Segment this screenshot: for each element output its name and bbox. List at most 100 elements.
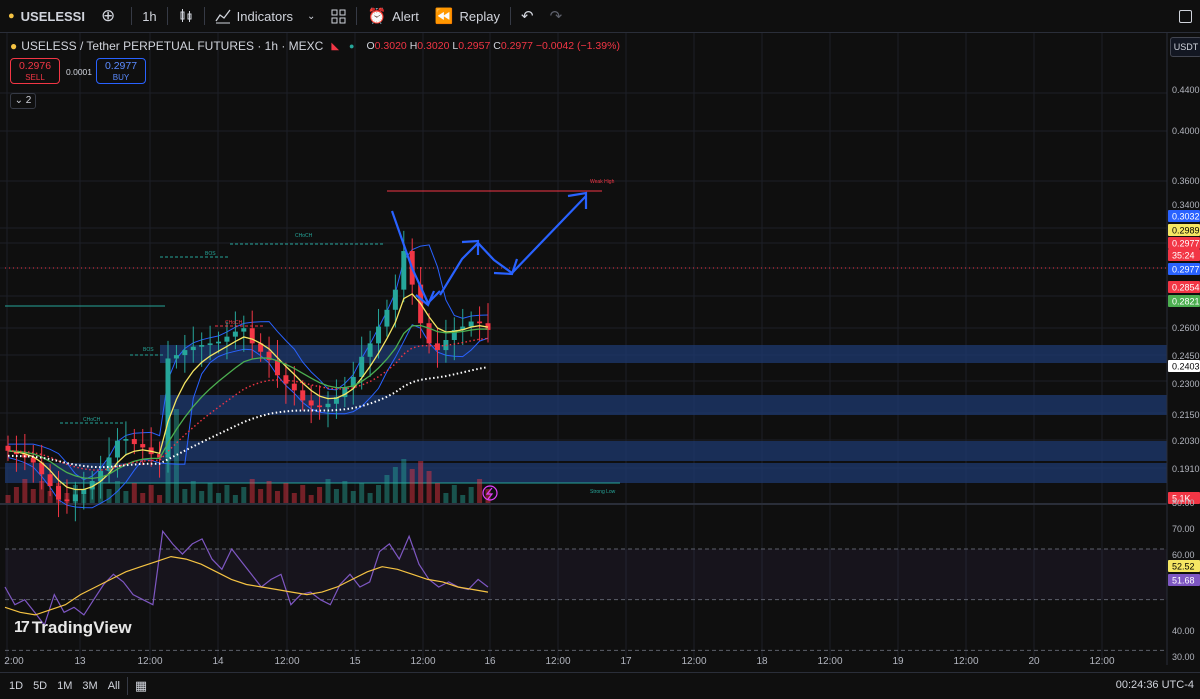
rsi-tick-label: 40.00	[1172, 626, 1195, 636]
candle-body	[72, 494, 78, 502]
volume-bar	[409, 469, 415, 503]
candle-body	[114, 440, 120, 458]
layout-button[interactable]	[323, 0, 354, 32]
candle-body	[434, 343, 440, 351]
volume-bar	[308, 495, 314, 503]
volume-bar	[190, 481, 196, 503]
price-tag-label: 0.2403	[1172, 362, 1200, 372]
indicators-collapse-button[interactable]: ⌄ 2	[10, 93, 36, 109]
volume-bar	[317, 487, 323, 503]
volume-bar	[123, 491, 129, 503]
candle-body	[56, 486, 62, 500]
alert-button[interactable]: ⏰ Alert	[359, 0, 426, 32]
tradingview-logo: 17 TradingView	[14, 618, 132, 638]
volume-bar	[140, 493, 146, 503]
candle-body	[426, 323, 432, 344]
tradingview-logo-icon: 17	[14, 619, 30, 636]
fullscreen-button[interactable]	[1171, 0, 1200, 32]
volume-bar	[443, 493, 449, 503]
volume-bar	[199, 491, 205, 503]
chart-type-button[interactable]	[170, 0, 202, 32]
volume-bar	[224, 485, 230, 503]
indicator-count: 2	[25, 95, 32, 106]
candle-body	[300, 390, 306, 401]
date-range-button[interactable]: ▦	[130, 678, 152, 694]
price-tick-label: 0.2450	[1172, 351, 1200, 361]
price-tick-label: 0.2300	[1172, 379, 1200, 389]
order-block-zone	[160, 463, 1167, 483]
rsi-tick-label: 70.00	[1172, 524, 1195, 534]
symbol-logo-icon: ●	[10, 39, 18, 53]
indicators-button[interactable]: Indicators ⌄	[207, 0, 324, 32]
candle-body	[283, 375, 289, 384]
range-all[interactable]: All	[103, 680, 125, 692]
legend-title: USELESS / Tether PERPETUAL FUTURES · 1h …	[21, 39, 324, 53]
candle-body	[190, 346, 196, 351]
add-symbol-button[interactable]: ⊕	[93, 0, 129, 32]
divider	[131, 7, 133, 25]
rsi-tag-label: 52.52	[1172, 562, 1195, 572]
price-tick-label: 0.4000	[1172, 126, 1200, 136]
branding-text: TradingView	[31, 618, 132, 637]
replay-icon: ⏪	[434, 8, 454, 25]
chart-area[interactable]: Strong Low Weak High CHoCH BOS BOS CHoCH CHoC…	[0, 33, 1200, 667]
symbol-search[interactable]: ● USELESSI	[0, 0, 93, 32]
range-1m[interactable]: 1M	[52, 680, 77, 692]
buy-price: 0.2977	[104, 60, 138, 72]
indicators-icon	[215, 9, 231, 24]
volume-bar	[241, 487, 247, 503]
time-tick-label: 12:00	[545, 656, 570, 665]
candle-body	[199, 345, 205, 347]
candle-body	[376, 326, 382, 344]
choch-label: CHoCH	[295, 233, 313, 239]
redo-button[interactable]: ↷	[542, 0, 571, 32]
choch-label: CHoCH	[225, 320, 243, 326]
time-tick-label: 16	[484, 656, 496, 665]
divider	[203, 7, 205, 25]
redo-icon: ↷	[549, 8, 563, 25]
ohlc-values: O0.3020 H0.3020 L0.2957 C0.2977 −0.0042 …	[366, 40, 620, 52]
volume-bar	[258, 489, 264, 503]
volume-bar	[300, 485, 306, 503]
volume-bar	[401, 459, 407, 503]
range-3m[interactable]: 3M	[77, 680, 102, 692]
symbol-label: USELESSI	[20, 8, 85, 24]
price-tick-label: 0.2030	[1172, 436, 1200, 446]
undo-button[interactable]: ↶	[513, 0, 542, 32]
divider	[166, 7, 168, 25]
buy-button[interactable]: 0.2977 BUY	[96, 58, 146, 84]
volume-bar	[5, 495, 11, 503]
volume-bar	[30, 489, 36, 503]
choch-label: CHoCH	[83, 417, 101, 423]
interval-button[interactable]: 1h	[134, 0, 164, 32]
candle-body	[249, 328, 255, 344]
volume-bar	[418, 461, 424, 503]
flag-icon: ◣	[331, 40, 340, 52]
range-5d[interactable]: 5D	[28, 680, 52, 692]
price-tag-label: 0.2977	[1172, 239, 1200, 249]
replay-button[interactable]: ⏪ Replay	[427, 0, 508, 32]
volume-bar	[114, 481, 120, 503]
status-dot-icon: ●	[349, 41, 355, 51]
price-tag-label: 0.2854	[1172, 283, 1200, 293]
currency-button[interactable]: USDT	[1170, 37, 1200, 57]
chart-svg[interactable]: Strong Low Weak High CHoCH BOS BOS CHoCH CHoC…	[0, 33, 1200, 667]
range-1d[interactable]: 1D	[4, 680, 28, 692]
volume-bar	[392, 467, 398, 503]
time-tick-label: 12:00	[1089, 656, 1114, 665]
currency-label: USDT	[1173, 42, 1199, 52]
time-tick-label: 18	[756, 656, 768, 665]
chevron-down-icon: ⌄	[14, 95, 24, 106]
sell-button[interactable]: 0.2976 SELL	[10, 58, 60, 84]
time-tick-label: 12:00	[681, 656, 706, 665]
rsi-tag-label: 51.68	[1172, 576, 1195, 586]
volume-bar	[291, 493, 297, 503]
candle-body	[317, 405, 323, 408]
time-tick-label: 12:00	[274, 656, 299, 665]
candle-body	[291, 383, 297, 391]
grid-icon	[331, 9, 346, 23]
rsi-tick-label: 80.00	[1172, 498, 1195, 508]
volume-bar	[157, 495, 163, 503]
candle-body	[274, 360, 280, 376]
bottom-toolbar: 1D 5D 1M 3M All ▦ 00:24:36 UTC-4	[0, 672, 1200, 699]
